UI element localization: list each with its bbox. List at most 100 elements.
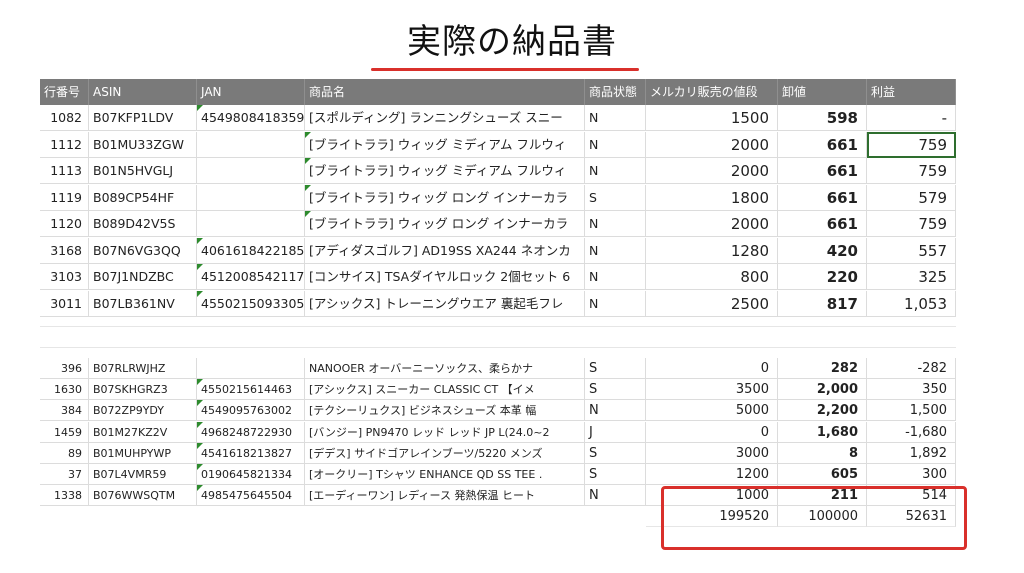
cell-jan[interactable]: 4549095763002 (197, 400, 305, 422)
cell-asin[interactable]: B07SKHGRZ3 (89, 379, 197, 401)
cell-asin[interactable]: B01MU33ZGW (89, 131, 197, 158)
cell-profit[interactable]: - (867, 105, 956, 131)
cell-profit[interactable]: 557 (867, 237, 956, 264)
cell-profit[interactable]: 350 (867, 379, 956, 401)
cell-price[interactable]: 1280 (646, 237, 778, 264)
cell-jan[interactable] (197, 358, 305, 379)
cell-asin[interactable]: B07LB361NV (89, 290, 197, 317)
cell-jan[interactable]: 0190645821334 (197, 464, 305, 485)
header-condition[interactable]: 商品状態 (585, 79, 646, 105)
cell-condition[interactable]: S (585, 379, 646, 401)
cell-cost[interactable]: 282 (778, 358, 867, 379)
cell-profit[interactable]: 759 (867, 211, 956, 237)
cell-cost[interactable]: 220 (778, 264, 867, 290)
cell-name[interactable]: [ブライトララ] ウィッグ ミディアム フルウィ (305, 158, 585, 184)
cell-name[interactable]: NANOOER オーバーニーソックス、柔らかナ (305, 358, 585, 379)
cell-asin[interactable]: B089CP54HF (89, 184, 197, 211)
cell-asin[interactable]: B07J1NDZBC (89, 264, 197, 290)
cell-row-no[interactable]: 37 (40, 464, 89, 485)
cell-name[interactable]: [アシックス] トレーニングウエア 裏起毛フレ (305, 290, 585, 317)
cell-name[interactable]: [ブライトララ] ウィッグ ミディアム フルウィ (305, 131, 585, 158)
cell-asin[interactable]: B01N5HVGLJ (89, 158, 197, 184)
cell-price[interactable]: 0 (646, 358, 778, 379)
cell-cost[interactable]: 8 (778, 442, 867, 464)
cell-condition[interactable]: N (585, 485, 646, 507)
cell-name[interactable]: [コンサイス] TSAダイヤルロック 2個セット 6 (305, 264, 585, 290)
cell-row-no[interactable]: 1082 (40, 105, 89, 131)
cell-profit[interactable]: 1,500 (867, 400, 956, 422)
cell-jan[interactable]: 4512008542117 (197, 264, 305, 290)
cell-profit[interactable]: 579 (867, 184, 956, 211)
cell-asin[interactable]: B07L4VMR59 (89, 464, 197, 485)
cell-cost[interactable]: 605 (778, 464, 867, 485)
cell-jan[interactable]: 4549808418359 (197, 105, 305, 131)
cell-asin[interactable]: B076WWSQTM (89, 485, 197, 507)
cell-name[interactable]: [エーディーワン] レディース 発熱保温 ヒート (305, 485, 585, 507)
cell-jan[interactable]: 4550215614463 (197, 379, 305, 401)
cell-cost[interactable]: 1,680 (778, 421, 867, 443)
cell-price[interactable]: 1800 (646, 184, 778, 211)
cell-condition[interactable]: N (585, 105, 646, 131)
header-price[interactable]: メルカリ販売の値段 (646, 79, 778, 105)
cell-asin[interactable]: B01MUHPYWP (89, 442, 197, 464)
cell-asin[interactable]: B07RLRWJHZ (89, 358, 197, 379)
cell-row-no[interactable]: 1338 (40, 485, 89, 507)
cell-asin[interactable]: B07N6VG3QQ (89, 237, 197, 264)
cell-jan[interactable] (197, 131, 305, 158)
cell-cost[interactable]: 420 (778, 237, 867, 264)
cell-cost[interactable]: 2,000 (778, 379, 867, 401)
cell-price[interactable]: 5000 (646, 400, 778, 422)
cell-name[interactable]: [ブライトララ] ウィッグ ロング インナーカラ (305, 211, 585, 237)
cell-row-no[interactable]: 3168 (40, 237, 89, 264)
cell-price[interactable]: 800 (646, 264, 778, 290)
cell-price[interactable]: 1500 (646, 105, 778, 131)
cell-cost[interactable]: 661 (778, 184, 867, 211)
cell-condition[interactable]: S (585, 442, 646, 464)
cell-condition[interactable]: N (585, 264, 646, 290)
cell-name[interactable]: [アディダスゴルフ] AD19SS XA244 ネオンカ (305, 237, 585, 264)
cell-jan[interactable]: 4968248722930 (197, 421, 305, 443)
cell-condition[interactable]: S (585, 184, 646, 211)
cell-condition[interactable]: N (585, 237, 646, 264)
cell-profit[interactable]: -282 (867, 358, 956, 379)
cell-row-no[interactable]: 396 (40, 358, 89, 379)
cell-row-no[interactable]: 1119 (40, 184, 89, 211)
header-row-no[interactable]: 行番号 (40, 79, 89, 105)
cell-row-no[interactable]: 384 (40, 400, 89, 422)
cell-condition[interactable]: S (585, 358, 646, 379)
cell-price[interactable]: 2000 (646, 211, 778, 237)
cell-jan[interactable]: 4550215093305 (197, 290, 305, 317)
cell-cost[interactable]: 661 (778, 131, 867, 158)
cell-condition[interactable]: N (585, 131, 646, 158)
cell-price[interactable]: 0 (646, 421, 778, 443)
header-profit[interactable]: 利益 (867, 79, 956, 105)
cell-name[interactable]: [ブライトララ] ウィッグ ロング インナーカラ (305, 184, 585, 211)
cell-price[interactable]: 1200 (646, 464, 778, 485)
cell-price[interactable]: 3500 (646, 379, 778, 401)
cell-row-no[interactable]: 89 (40, 442, 89, 464)
cell-condition[interactable]: N (585, 290, 646, 317)
cell-row-no[interactable]: 3011 (40, 290, 89, 317)
cell-name[interactable]: [バンジー] PN9470 レッド レッド JP L(24.0~2 (305, 421, 585, 443)
cell-name[interactable]: [テクシーリュクス] ビジネスシューズ 本革 幅 (305, 400, 585, 422)
cell-name[interactable]: [オークリー] Tシャツ ENHANCE QD SS TEE . (305, 464, 585, 485)
cell-jan[interactable]: 4061618422185 (197, 237, 305, 264)
cell-jan[interactable] (197, 184, 305, 211)
cell-name[interactable]: [デデス] サイドゴアレインブーツ/5220 メンズ (305, 442, 585, 464)
header-name[interactable]: 商品名 (305, 79, 585, 105)
cell-cost[interactable]: 2,200 (778, 400, 867, 422)
cell-profit[interactable]: 1,892 (867, 442, 956, 464)
cell-profit[interactable]: 1,053 (867, 290, 956, 317)
cell-profit[interactable]: 325 (867, 264, 956, 290)
cell-cost[interactable]: 598 (778, 105, 867, 131)
cell-row-no[interactable]: 1120 (40, 211, 89, 237)
cell-jan[interactable] (197, 211, 305, 237)
cell-asin[interactable]: B089D42V5S (89, 211, 197, 237)
cell-condition[interactable]: N (585, 400, 646, 422)
cell-condition[interactable]: S (585, 464, 646, 485)
cell-condition[interactable]: N (585, 211, 646, 237)
cell-cost[interactable]: 817 (778, 290, 867, 317)
cell-row-no[interactable]: 3103 (40, 264, 89, 290)
cell-price[interactable]: 3000 (646, 442, 778, 464)
header-jan[interactable]: JAN (197, 79, 305, 105)
